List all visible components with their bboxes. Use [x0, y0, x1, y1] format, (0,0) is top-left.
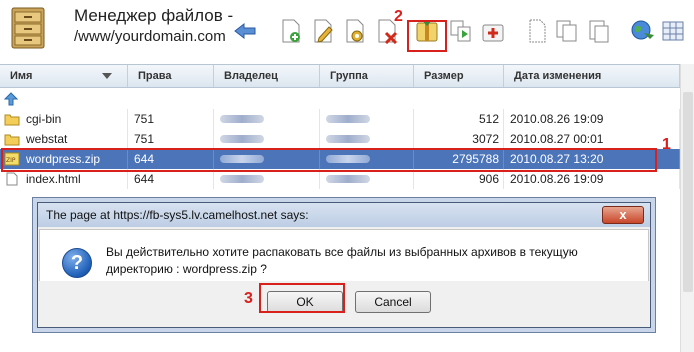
ok-highlight-box — [259, 283, 345, 313]
file-modified: 2010.08.26 19:09 — [504, 109, 680, 129]
column-size[interactable]: Размер — [414, 65, 504, 87]
cancel-button[interactable]: Cancel — [355, 291, 431, 313]
redacted-owner — [220, 175, 264, 183]
file-size: 3072 — [414, 129, 504, 149]
folder-icon — [4, 134, 20, 146]
file-name: webstat — [26, 132, 68, 146]
file-modified: 2010.08.26 19:09 — [504, 169, 680, 189]
file-owner — [214, 109, 320, 129]
file-group — [320, 169, 414, 189]
scrollbar-thumb[interactable] — [683, 92, 693, 292]
column-modified[interactable]: Дата изменения — [504, 65, 680, 87]
redacted-owner — [220, 115, 264, 123]
file-owner — [214, 129, 320, 149]
view-grid-icon[interactable] — [660, 18, 686, 44]
redacted-group — [326, 175, 370, 183]
header: Менеджер файлов - /www/yourdomain.com 2 — [0, 0, 694, 64]
file-perms: 644 — [128, 169, 214, 189]
extract-highlight-box — [407, 20, 447, 52]
settings-file-icon[interactable] — [342, 18, 368, 44]
file-modified: 2010.08.27 00:01 — [504, 129, 680, 149]
redacted-group — [326, 135, 370, 143]
sort-down-icon[interactable] — [102, 73, 112, 79]
vertical-scrollbar[interactable] — [680, 64, 694, 352]
file-list: cgi-bin 751 512 2010.08.26 19:09 webstat… — [0, 89, 694, 189]
dialog-titlebar: The page at https://fb-sys5.lv.camelhost… — [38, 203, 650, 227]
file-group — [320, 109, 414, 129]
back-arrow-icon[interactable] — [232, 18, 258, 44]
redacted-owner — [220, 135, 264, 143]
page-path: /www/yourdomain.com — [74, 28, 226, 45]
file-row[interactable]: cgi-bin 751 512 2010.08.26 19:09 — [0, 109, 694, 129]
file-size: 512 — [414, 109, 504, 129]
file-name: index.html — [26, 172, 81, 186]
step-3-label: 3 — [244, 290, 253, 307]
file-list-header: Имя Права Владелец Группа Размер Дата из… — [0, 64, 694, 88]
file-name: cgi-bin — [26, 112, 62, 126]
page-title: Менеджер файлов - — [74, 6, 234, 25]
file-cabinet-icon — [11, 7, 45, 49]
folder-icon — [4, 114, 20, 126]
parent-dir-row[interactable] — [0, 89, 694, 109]
file-size: 906 — [414, 169, 504, 189]
edit-file-icon[interactable] — [310, 18, 336, 44]
document-icon[interactable] — [524, 18, 550, 44]
file-group — [320, 129, 414, 149]
step-1-label: 1 — [662, 136, 671, 153]
dialog-close-button[interactable]: x — [602, 206, 644, 224]
column-group[interactable]: Группа — [320, 65, 414, 87]
redacted-group — [326, 115, 370, 123]
selected-row-highlight-box — [1, 148, 657, 172]
file-owner — [214, 169, 320, 189]
copy-icon[interactable] — [448, 18, 474, 44]
file-perms: 751 — [128, 109, 214, 129]
question-icon: ? — [62, 248, 92, 278]
column-perms[interactable]: Права — [128, 65, 214, 87]
dialog-message: Вы действительно хотите распаковать все … — [106, 245, 578, 276]
first-aid-icon[interactable] — [480, 18, 506, 44]
paste-icon[interactable] — [586, 18, 612, 44]
document-icon — [6, 172, 18, 186]
new-file-icon[interactable] — [278, 18, 304, 44]
globe-icon[interactable] — [630, 18, 656, 44]
duplicate-icon[interactable] — [554, 18, 580, 44]
file-perms: 751 — [128, 129, 214, 149]
step-2-label: 2 — [394, 8, 403, 25]
file-row[interactable]: index.html 644 906 2010.08.26 19:09 — [0, 169, 694, 189]
file-row[interactable]: webstat 751 3072 2010.08.27 00:01 — [0, 129, 694, 149]
dialog-title: The page at https://fb-sys5.lv.camelhost… — [46, 208, 309, 222]
column-owner[interactable]: Владелец — [214, 65, 320, 87]
up-arrow-icon[interactable] — [4, 92, 18, 106]
